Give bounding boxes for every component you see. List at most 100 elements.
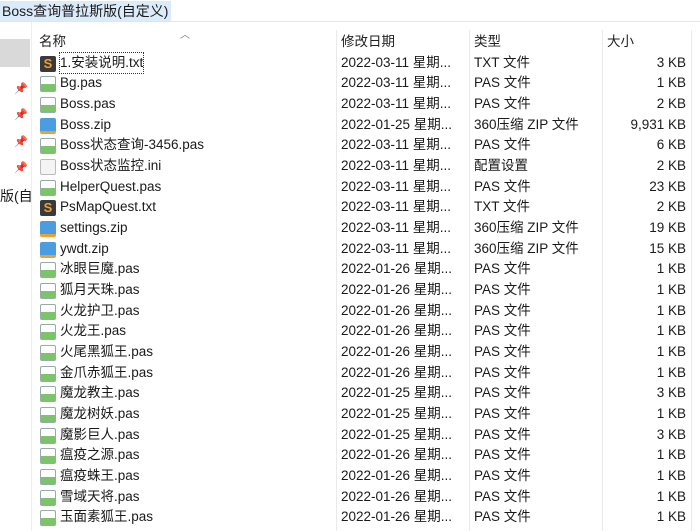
file-name[interactable]: 雪域天将.pas [60,487,140,508]
file-name[interactable]: Boss状态监控.ini [60,156,161,177]
zip-file-icon [40,117,56,134]
pas-file-icon [40,407,56,424]
file-date: 2022-03-11 星期... [341,54,452,70]
file-name[interactable]: PsMapQuest.txt [60,197,156,218]
file-name[interactable]: 火龙王.pas [60,321,126,342]
file-size: 1 KB [656,488,686,504]
file-date: 2022-03-11 星期... [341,95,452,111]
file-row[interactable]: 冰眼巨魔.pas 2022-01-26 星期... PAS 文件 1 KB [36,259,692,280]
file-name[interactable]: 1.安装说明.txt [58,51,145,75]
file-name[interactable]: 魔龙树妖.pas [60,404,140,425]
file-row[interactable]: ywdt.zip 2022-03-11 星期... 360压缩 ZIP 文件 1… [36,239,692,260]
file-size: 6 KB [656,137,686,153]
file-date: 2022-03-11 星期... [341,219,452,235]
file-date: 2022-01-25 星期... [341,406,453,422]
file-size: 23 KB [649,178,686,194]
file-row[interactable]: 狐月天珠.pas 2022-01-26 星期... PAS 文件 1 KB [36,280,692,301]
file-type: PAS 文件 [474,281,531,297]
file-date: 2022-01-26 星期... [341,364,453,380]
pas-file-icon [40,303,56,320]
file-name[interactable]: HelperQuest.pas [60,177,161,198]
file-name[interactable]: 冰眼巨魔.pas [60,259,140,280]
file-row[interactable]: 火龙王.pas 2022-01-26 星期... PAS 文件 1 KB [36,321,692,342]
column-header-size[interactable]: 大小 [607,31,634,53]
file-size: 9,931 KB [630,116,686,132]
file-row[interactable]: Boss.pas 2022-03-11 星期... PAS 文件 2 KB [36,94,692,115]
file-size: 19 KB [649,219,686,235]
file-row[interactable]: 魔龙教主.pas 2022-01-25 星期... PAS 文件 3 KB [36,383,692,404]
file-row[interactable]: HelperQuest.pas 2022-03-11 星期... PAS 文件 … [36,177,692,198]
file-row[interactable]: Bg.pas 2022-03-11 星期... PAS 文件 1 KB [36,73,692,94]
file-name[interactable]: 火龙护卫.pas [60,301,140,322]
file-row[interactable]: 玉面素狐王.pas 2022-01-26 星期... PAS 文件 1 KB [36,507,692,528]
file-name[interactable]: Boss.pas [60,94,116,115]
file-type: TXT 文件 [474,199,531,215]
file-size: 1 KB [656,509,686,525]
file-row[interactable]: 魔影巨人.pas 2022-01-25 星期... PAS 文件 3 KB [36,425,692,446]
zip-file-icon [40,241,56,258]
file-row[interactable]: Boss状态监控.ini 2022-03-11 星期... 配置设置 2 KB [36,156,692,177]
pas-file-icon [40,282,56,299]
file-row[interactable]: S 1.安装说明.txt 2022-03-11 星期... TXT 文件 3 K… [36,51,692,75]
file-type: PAS 文件 [474,323,531,339]
file-date: 2022-03-11 星期... [341,137,452,153]
file-size: 1 KB [656,302,686,318]
file-row[interactable]: Boss状态查询-3456.pas 2022-03-11 星期... PAS 文… [36,135,692,156]
file-row[interactable]: 金爪赤狐王.pas 2022-01-26 星期... PAS 文件 1 KB [36,363,692,384]
file-size: 1 KB [656,468,686,484]
pas-file-icon [40,489,56,506]
file-size: 1 KB [656,75,686,91]
ini-file-icon [40,158,56,175]
pin-icon: 📌 [14,162,28,174]
file-name[interactable]: 瘟疫之源.pas [60,445,140,466]
file-type: PAS 文件 [474,426,531,442]
file-type: 360压缩 ZIP 文件 [474,116,579,132]
file-name[interactable]: 魔龙教主.pas [60,383,140,404]
pas-file-icon [40,262,56,279]
pas-file-icon [40,365,56,382]
file-name[interactable]: 玉面素狐王.pas [60,507,153,528]
file-name[interactable]: Boss.zip [60,115,111,136]
txt-file-icon: S [40,200,56,217]
column-header-date[interactable]: 修改日期 [341,31,395,53]
file-name[interactable]: 金爪赤狐王.pas [60,363,153,384]
file-name[interactable]: 火尾黑狐王.pas [60,342,153,363]
title-bar: Boss查询普拉斯版(自定义) [0,0,700,22]
file-type: PAS 文件 [474,447,531,463]
file-row[interactable]: S PsMapQuest.txt 2022-03-11 星期... TXT 文件… [36,197,692,218]
file-type: PAS 文件 [474,137,531,153]
file-name[interactable]: Boss状态查询-3456.pas [60,135,204,156]
pas-file-icon [40,386,56,403]
file-row[interactable]: settings.zip 2022-03-11 星期... 360压缩 ZIP … [36,218,692,239]
nav-item-folder[interactable]: 版(自定 [0,186,31,206]
file-size: 1 KB [656,447,686,463]
file-row[interactable]: Boss.zip 2022-01-25 星期... 360压缩 ZIP 文件 9… [36,115,692,136]
file-type: PAS 文件 [474,344,531,360]
file-size: 1 KB [656,406,686,422]
navigation-pane[interactable]: 📌 📌 📌 📌 版(自定 [0,22,32,531]
file-name[interactable]: 狐月天珠.pas [60,280,140,301]
column-header-name[interactable]: 名称 [39,31,66,53]
file-type: TXT 文件 [474,54,531,70]
file-row[interactable]: 瘟疫之源.pas 2022-01-26 星期... PAS 文件 1 KB [36,445,692,466]
file-row[interactable]: 瘟疫蛛王.pas 2022-01-26 星期... PAS 文件 1 KB [36,466,692,487]
file-row[interactable]: 魔龙树妖.pas 2022-01-25 星期... PAS 文件 1 KB [36,404,692,425]
file-name[interactable]: settings.zip [60,218,128,239]
file-row[interactable]: 火龙护卫.pas 2022-01-26 星期... PAS 文件 1 KB [36,301,692,322]
pin-icon: 📌 [14,83,28,95]
file-name[interactable]: 瘟疫蛛王.pas [60,466,140,487]
file-name[interactable]: 魔影巨人.pas [60,425,140,446]
file-date: 2022-01-26 星期... [341,488,453,504]
file-row[interactable]: 火尾黑狐王.pas 2022-01-26 星期... PAS 文件 1 KB [36,342,692,363]
pas-file-icon [40,324,56,341]
file-type: PAS 文件 [474,509,531,525]
file-date: 2022-01-26 星期... [341,447,453,463]
nav-selected-item[interactable] [0,39,30,67]
file-name[interactable]: ywdt.zip [60,239,109,260]
file-size: 3 KB [656,426,686,442]
file-name[interactable]: Bg.pas [60,73,102,94]
file-type: 360压缩 ZIP 文件 [474,219,579,235]
pas-file-icon [40,510,56,527]
column-header-type[interactable]: 类型 [474,31,501,53]
file-row[interactable]: 雪域天将.pas 2022-01-26 星期... PAS 文件 1 KB [36,487,692,508]
